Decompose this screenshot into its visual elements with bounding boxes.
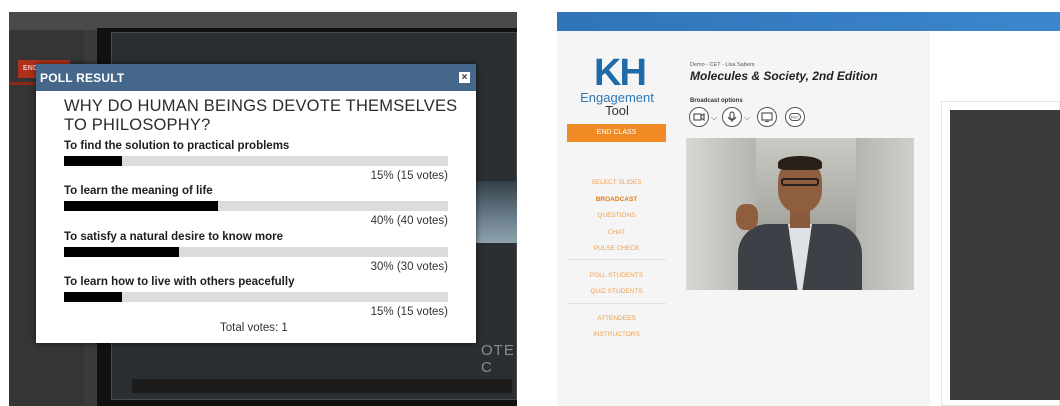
nav-poll-students[interactable]: POLL STUDENTS [557, 271, 676, 280]
instructor-glasses [781, 178, 819, 186]
poll-bar-track [64, 156, 448, 166]
app-sidebar: KH Engagement Tool END CLASS SELECT SLID… [557, 31, 676, 406]
instructor-hand [736, 204, 758, 230]
poll-result-screen: END CLASS OTE C POLL RESULT × WHY DO HUM… [0, 0, 517, 406]
slide-preview-panel [941, 101, 1060, 406]
poll-bar-fill [64, 247, 180, 257]
poll-result-modal: POLL RESULT × WHY DO HUMAN BEINGS DEVOTE… [36, 64, 476, 343]
logo-tool-text: Tool [605, 103, 629, 118]
nav-divider [567, 303, 666, 304]
chevron-down-icon[interactable]: ⌵ [744, 113, 750, 123]
app-top-bar [557, 12, 1060, 31]
nav-instructors[interactable]: INSTRUCTORS [557, 330, 676, 339]
slide-text: OTE C [481, 342, 515, 376]
nav-pulse-check[interactable]: PULSE CHECK [557, 244, 676, 253]
poll-bar-track [64, 247, 448, 257]
nav-broadcast[interactable]: BROADCAST [557, 195, 676, 204]
course-subtitle: Demo - CET - Lisa Sabers [690, 62, 755, 68]
poll-total-votes: Total votes: 1 [220, 322, 288, 334]
poll-answer-label: To learn the meaning of life [64, 185, 213, 197]
video-window-right [856, 138, 914, 290]
poll-bar-track [64, 292, 448, 302]
record-icon[interactable]: REC [785, 107, 805, 127]
end-class-button[interactable]: END CLASS [567, 124, 666, 142]
broadcast-panel: Demo - CET - Lisa Sabers Molecules & Soc… [676, 31, 930, 406]
screen-share-icon[interactable] [757, 107, 777, 127]
poll-answer-result: 15% (15 votes) [370, 306, 448, 318]
course-title: Molecules & Society, 2nd Edition [690, 69, 878, 83]
nav-chat[interactable]: CHAT [557, 228, 676, 237]
poll-answer: To learn the meaning of life 40% (40 vot… [64, 185, 448, 231]
slide-preview[interactable] [950, 110, 1060, 400]
instructor-video-feed [686, 138, 914, 290]
poll-modal-title: POLL RESULT [40, 71, 125, 85]
poll-bar-fill [64, 156, 122, 166]
poll-bar-fill [64, 201, 218, 211]
video-camera-icon[interactable] [689, 107, 709, 127]
poll-answer-label: To find the solution to practical proble… [64, 140, 290, 152]
poll-answer-result: 40% (40 votes) [370, 215, 448, 227]
poll-answer-result: 30% (30 votes) [370, 261, 448, 273]
chevron-down-icon[interactable]: ⌵ [711, 113, 717, 123]
poll-answer-result: 15% (15 votes) [370, 170, 448, 182]
close-icon[interactable]: × [459, 72, 470, 83]
poll-modal-header: POLL RESULT × [36, 64, 476, 91]
nav-questions[interactable]: QUESTIONS [557, 211, 676, 220]
poll-bar-fill [64, 292, 122, 302]
nav-select-slides[interactable]: SELECT SLIDES [557, 178, 676, 187]
poll-answer: To learn how to live with others peacefu… [64, 276, 448, 322]
main-content: Demo - CET - Lisa Sabers Molecules & Soc… [676, 31, 1060, 406]
poll-answer-label: To learn how to live with others peacefu… [64, 276, 295, 288]
nav-divider [567, 259, 666, 260]
poll-answer: To satisfy a natural desire to know more… [64, 231, 448, 277]
broadcast-options-label: Broadcast options [690, 98, 743, 104]
poll-answer: To find the solution to practical proble… [64, 140, 448, 186]
microphone-icon[interactable] [722, 107, 742, 127]
slide-footer [132, 379, 512, 393]
kh-logo: KH [594, 52, 647, 94]
nav-quiz-students[interactable]: QUIZ STUDENTS [557, 287, 676, 296]
engagement-tool-screen: KH Engagement Tool END CLASS SELECT SLID… [557, 12, 1060, 406]
record-label: REC [791, 115, 800, 120]
poll-answer-label: To satisfy a natural desire to know more [64, 231, 283, 243]
instructor-hair [778, 156, 822, 170]
nav-attendees[interactable]: ATTENDEES [557, 314, 676, 323]
poll-bar-track [64, 201, 448, 211]
poll-question: WHY DO HUMAN BEINGS DEVOTE THEMSELVES TO… [64, 97, 458, 134]
